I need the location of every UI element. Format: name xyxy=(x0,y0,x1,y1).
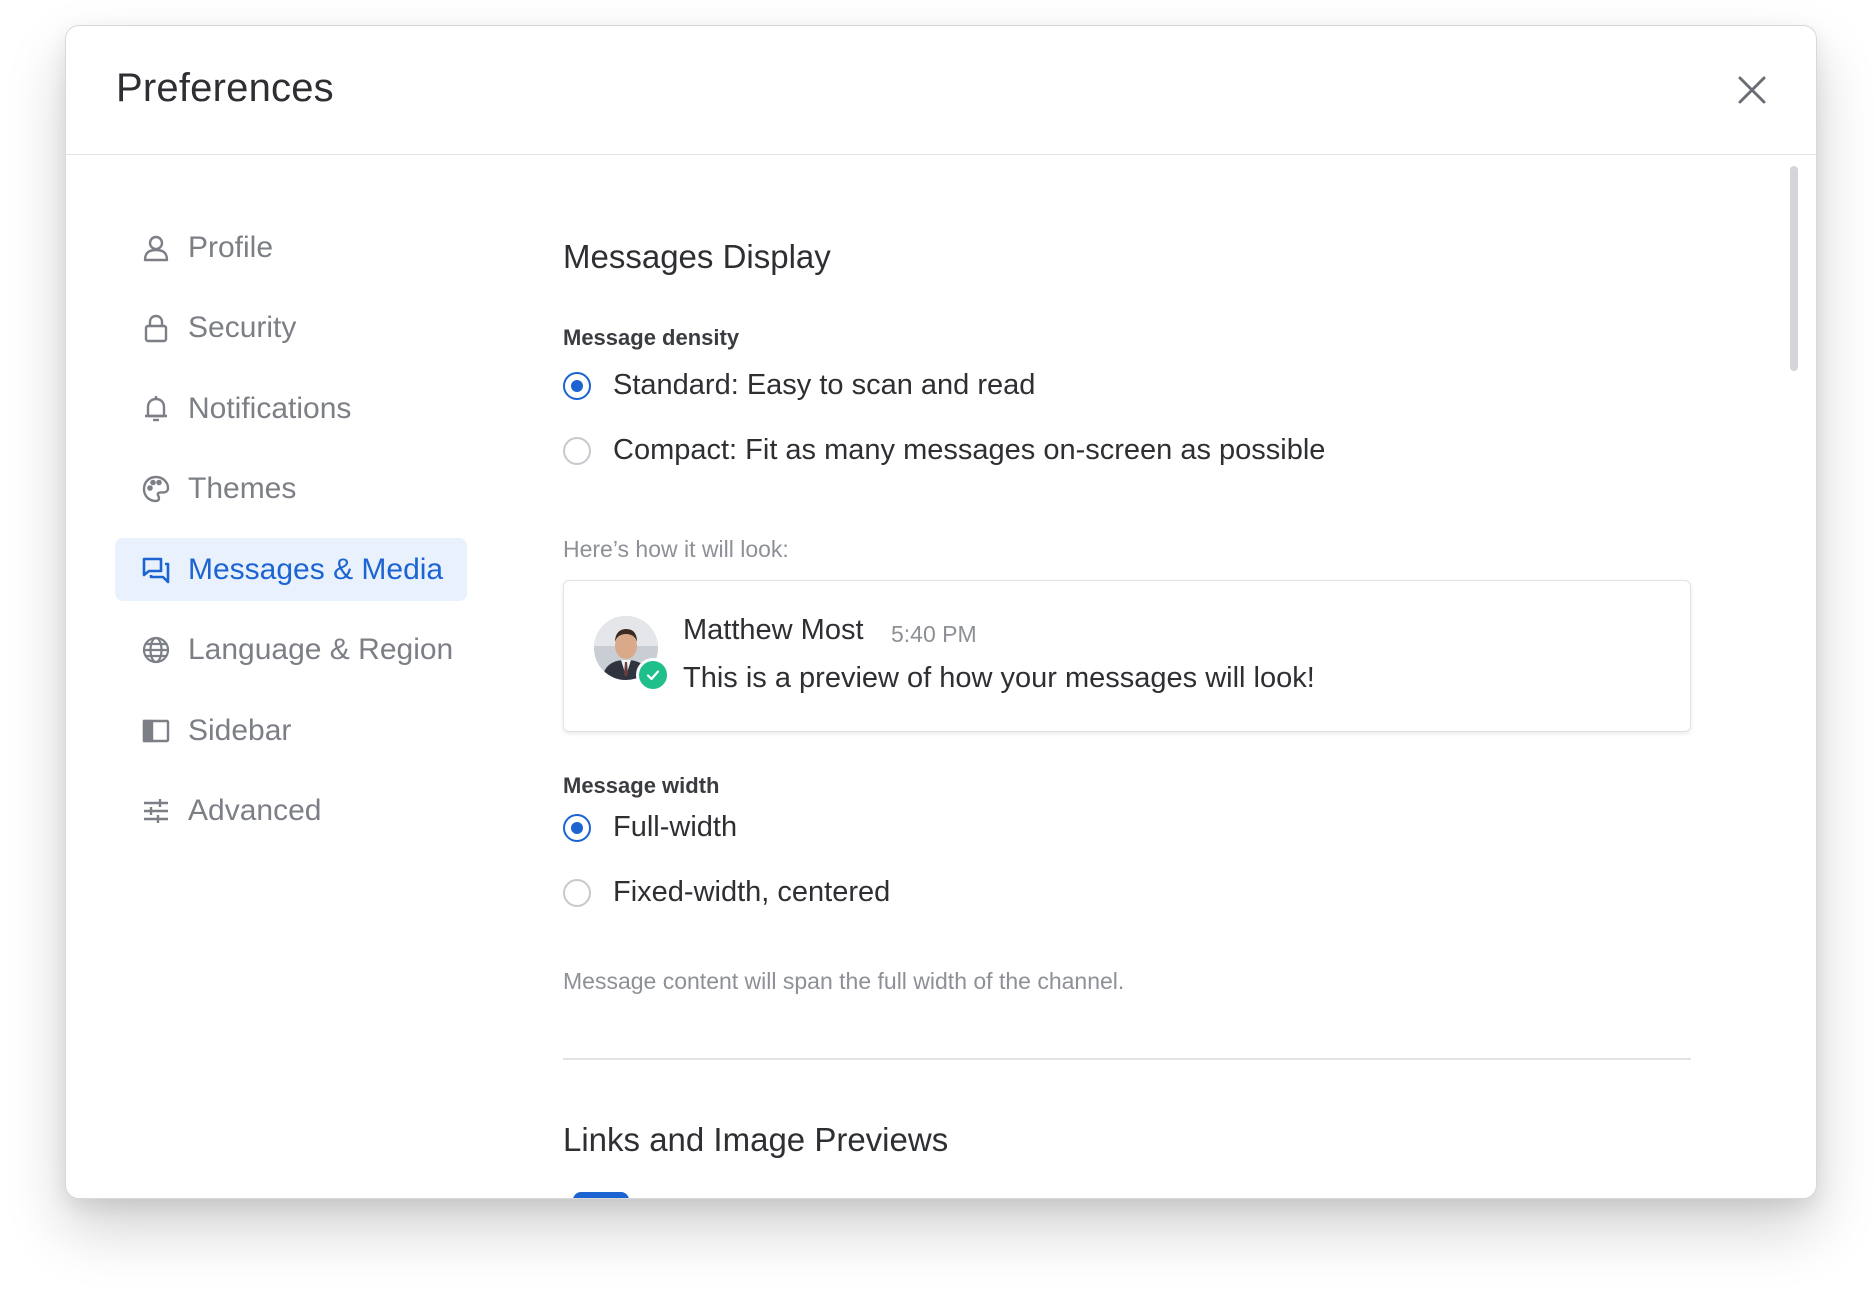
sidebar-item-label: Sidebar xyxy=(188,713,292,747)
sidebar-icon xyxy=(138,713,174,749)
radio-label: Full-width xyxy=(613,811,738,843)
lock-icon xyxy=(138,310,174,346)
sidebar-item-label: Security xyxy=(188,311,297,344)
sidebar-item-messages-media[interactable]: Messages & Media xyxy=(115,538,467,601)
close-icon xyxy=(1738,76,1766,104)
radio-selected[interactable] xyxy=(563,813,591,842)
globe-icon xyxy=(138,632,174,668)
online-status-icon xyxy=(636,658,670,692)
preferences-sidebar: Profile Security Notifications Themes Me… xyxy=(115,216,467,860)
section-title-links-previews: Links and Image Previews xyxy=(563,1121,949,1158)
density-option-standard[interactable]: Standard: Easy to scan and read xyxy=(563,369,1035,402)
section-title-messages-display: Messages Display xyxy=(563,238,831,275)
section-divider xyxy=(563,1058,1691,1060)
density-option-compact[interactable]: Compact: Fit as many messages on-screen … xyxy=(563,434,1325,467)
sidebar-item-themes[interactable]: Themes xyxy=(115,458,467,521)
message-timestamp: 5:40 PM xyxy=(891,621,977,647)
sidebar-item-notifications[interactable]: Notifications xyxy=(115,377,467,440)
messages-icon xyxy=(138,552,174,588)
message-width-label: Message width xyxy=(563,773,720,798)
palette-icon xyxy=(138,471,174,507)
sidebar-item-label: Profile xyxy=(188,230,274,264)
width-option-fixed[interactable]: Fixed-width, centered xyxy=(563,876,890,909)
close-button[interactable] xyxy=(1728,66,1776,114)
user-icon xyxy=(138,230,174,266)
sidebar-item-advanced[interactable]: Advanced xyxy=(115,780,467,843)
scrollbar[interactable] xyxy=(1790,166,1798,1186)
width-option-full[interactable]: Full-width xyxy=(563,811,737,844)
preview-hint: Here’s how it will look: xyxy=(563,536,789,562)
message-preview-card: Matthew Most 5:40 PM This is a preview o… xyxy=(563,580,1691,732)
scrollbar-thumb[interactable] xyxy=(1790,166,1798,371)
preferences-modal: Preferences Profile Security Notificatio… xyxy=(65,25,1817,1199)
bell-icon xyxy=(138,391,174,427)
sidebar-item-security[interactable]: Security xyxy=(115,297,467,360)
modal-title: Preferences xyxy=(116,66,334,110)
sidebar-item-label: Notifications xyxy=(188,391,352,425)
radio-label: Standard: Easy to scan and read xyxy=(613,369,1036,401)
message-author: Matthew Most xyxy=(683,614,864,646)
sidebar-item-label: Messages & Media xyxy=(188,552,444,586)
message-width-help: Message content will span the full width… xyxy=(563,968,1125,994)
sliders-icon xyxy=(138,793,174,829)
radio-label: Compact: Fit as many messages on-screen … xyxy=(613,434,1326,466)
radio-label: Fixed-width, centered xyxy=(613,876,891,908)
message-text: This is a preview of how your messages w… xyxy=(683,662,1315,694)
radio-selected[interactable] xyxy=(563,371,591,400)
sidebar-item-sidebar[interactable]: Sidebar xyxy=(115,699,467,762)
radio-unselected[interactable] xyxy=(563,436,591,465)
modal-header: Preferences xyxy=(66,26,1816,155)
sidebar-item-language-region[interactable]: Language & Region xyxy=(115,619,467,682)
sidebar-item-label: Themes xyxy=(188,472,297,505)
radio-unselected[interactable] xyxy=(563,878,591,907)
toggle-switch[interactable] xyxy=(573,1192,629,1198)
sidebar-item-label: Language & Region xyxy=(188,633,454,666)
sidebar-item-profile[interactable]: Profile xyxy=(115,216,467,279)
sidebar-item-label: Advanced xyxy=(188,794,322,827)
message-density-label: Message density xyxy=(563,325,740,350)
